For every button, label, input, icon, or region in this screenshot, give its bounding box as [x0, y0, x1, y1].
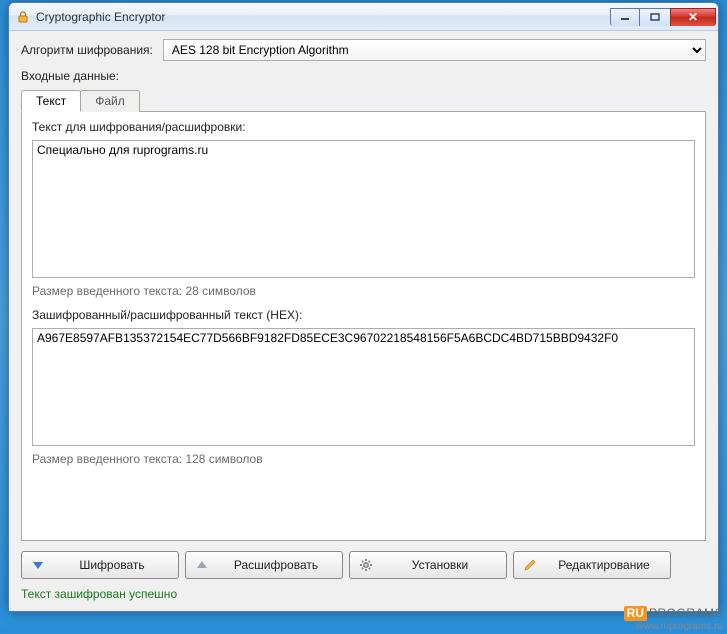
triangle-down-icon: [30, 557, 46, 573]
triangle-up-icon: [194, 557, 210, 573]
maximize-button[interactable]: [640, 8, 670, 26]
client-area: Алгоритм шифрования: AES 128 bit Encrypt…: [9, 31, 718, 611]
window-title: Cryptographic Encryptor: [36, 10, 610, 24]
lock-icon: [15, 9, 31, 25]
brand-watermark: RU PROGRAMS www.ruprograms.ru: [624, 606, 723, 632]
tab-file[interactable]: Файл: [80, 90, 140, 112]
titlebar[interactable]: Cryptographic Encryptor ✕: [9, 3, 718, 31]
hextext-size: Размер введенного текста: 128 символов: [32, 452, 695, 466]
settings-button[interactable]: Установки: [349, 551, 507, 579]
plaintext-size: Размер введенного текста: 28 символов: [32, 284, 695, 298]
hextext-input[interactable]: A967E8597AFB135372154EC77D566BF9182FD85E…: [32, 328, 695, 446]
app-window: Cryptographic Encryptor ✕ Алгоритм шифро…: [8, 2, 719, 612]
plaintext-input[interactable]: Специально для ruprograms.ru: [32, 140, 695, 278]
close-button[interactable]: ✕: [670, 8, 716, 26]
input-data-label: Входные данные:: [21, 69, 706, 83]
status-text: Текст зашифрован успешно: [21, 587, 706, 601]
brand-ru: RU: [624, 606, 647, 621]
edit-button[interactable]: Редактирование: [513, 551, 671, 579]
algorithm-row: Алгоритм шифрования: AES 128 bit Encrypt…: [21, 39, 706, 61]
tab-body-text: Текст для шифрования/расшифровки: Специа…: [21, 112, 706, 541]
window-controls: ✕: [610, 8, 716, 26]
algorithm-label: Алгоритм шифрования:: [21, 43, 153, 57]
hextext-label: Зашифрованный/расшифрованный текст (HEX)…: [32, 308, 695, 322]
input-tabs: Текст Файл: [21, 89, 706, 112]
pencil-icon: [522, 557, 538, 573]
minimize-button[interactable]: [610, 8, 640, 26]
gear-icon: [358, 557, 374, 573]
encrypt-button[interactable]: Шифровать: [21, 551, 179, 579]
algorithm-select[interactable]: AES 128 bit Encryption Algorithm: [163, 39, 706, 61]
plaintext-label: Текст для шифрования/расшифровки:: [32, 120, 695, 134]
decrypt-button[interactable]: Расшифровать: [185, 551, 343, 579]
tab-text[interactable]: Текст: [21, 90, 81, 112]
brand-programs: PROGRAMS: [649, 607, 723, 620]
brand-url: www.ruprograms.ru: [624, 621, 723, 632]
button-row: Шифровать Расшифровать Установки Редакти…: [21, 551, 706, 579]
